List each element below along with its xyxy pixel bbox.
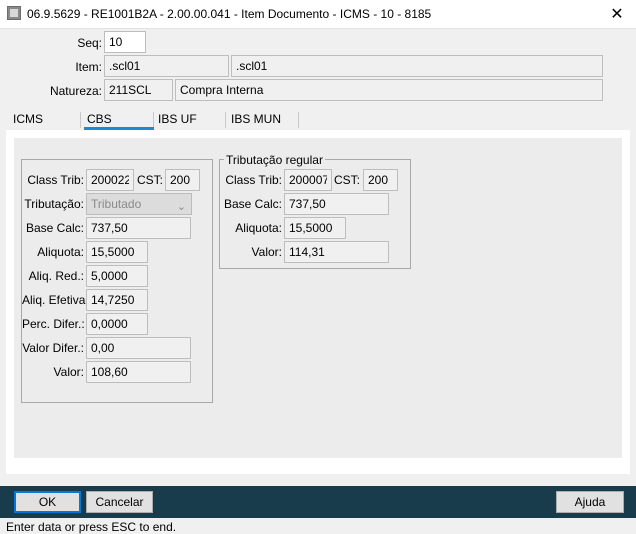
reg-aliquota-label: Aliquota: [235, 221, 282, 235]
reg-cst-label: CST: [333, 173, 360, 187]
class-trib-field[interactable] [86, 169, 134, 191]
close-icon[interactable]: ✕ [598, 0, 636, 28]
cst-field[interactable] [165, 169, 200, 191]
tributacao-regular-legend: Tributação regular [224, 153, 325, 167]
natureza-description-field[interactable] [175, 79, 603, 101]
reg-cst-field[interactable] [363, 169, 398, 191]
app-icon [7, 6, 21, 20]
tab-icms[interactable]: ICMS [7, 110, 77, 130]
aliq-efetiva-field[interactable] [86, 289, 148, 311]
reg-base-calc-label: Base Calc: [223, 197, 282, 211]
seq-field[interactable] [104, 31, 146, 53]
tributacao-label: Tributação: [24, 197, 84, 211]
valor-difer-field[interactable] [86, 337, 191, 359]
natureza-label: Natureza: [49, 84, 102, 98]
aliquota-field[interactable] [86, 241, 148, 263]
chevron-down-icon: ⌄ [176, 201, 186, 213]
reg-aliquota-field[interactable] [284, 217, 346, 239]
help-button[interactable]: Ajuda [556, 491, 624, 513]
perc-difer-field[interactable] [86, 313, 148, 335]
valor-difer-label: Valor Difer.: [22, 341, 84, 355]
perc-difer-label: Perc. Difer.: [22, 317, 85, 331]
valor-label: Valor: [53, 365, 84, 379]
aliq-efetiva-label: Aliq. Efetiva: [22, 293, 89, 307]
aliquota-label: Aliquota: [37, 245, 84, 259]
reg-base-calc-field[interactable] [284, 193, 389, 215]
tab-separator [298, 112, 299, 128]
status-text: Enter data or press ESC to end. [6, 520, 177, 534]
window-title: 06.9.5629 - RE1001B2A - 2.00.00.041 - It… [27, 7, 432, 21]
reg-valor-label: Valor: [251, 245, 282, 259]
seq-label: Seq: [77, 36, 102, 50]
aliq-red-field[interactable] [86, 265, 148, 287]
item-label: Item: [75, 60, 102, 74]
tributacao-select[interactable]: Tributado ⌄ [86, 193, 192, 215]
aliq-red-label: Aliq. Red.: [28, 269, 84, 283]
tab-ibs-uf[interactable]: IBS UF [152, 110, 224, 130]
ok-button[interactable]: OK [14, 491, 81, 513]
natureza-code-field[interactable] [104, 79, 173, 101]
class-trib-label: Class Trib: [27, 173, 84, 187]
reg-class-trib-label: Class Trib: [225, 173, 282, 187]
reg-class-trib-field[interactable] [284, 169, 332, 191]
item-code-field[interactable] [104, 55, 229, 77]
tributacao-selected-value: Tributado [91, 197, 142, 211]
base-calc-label: Base Calc: [25, 221, 84, 235]
cancel-button[interactable]: Cancelar [86, 491, 153, 513]
tab-ibs-mun[interactable]: IBS MUN [225, 110, 297, 130]
reg-valor-field[interactable] [284, 241, 389, 263]
cst-label: CST: [136, 173, 163, 187]
valor-field[interactable] [86, 361, 191, 383]
item-description-field[interactable] [231, 55, 603, 77]
base-calc-field[interactable] [86, 217, 191, 239]
